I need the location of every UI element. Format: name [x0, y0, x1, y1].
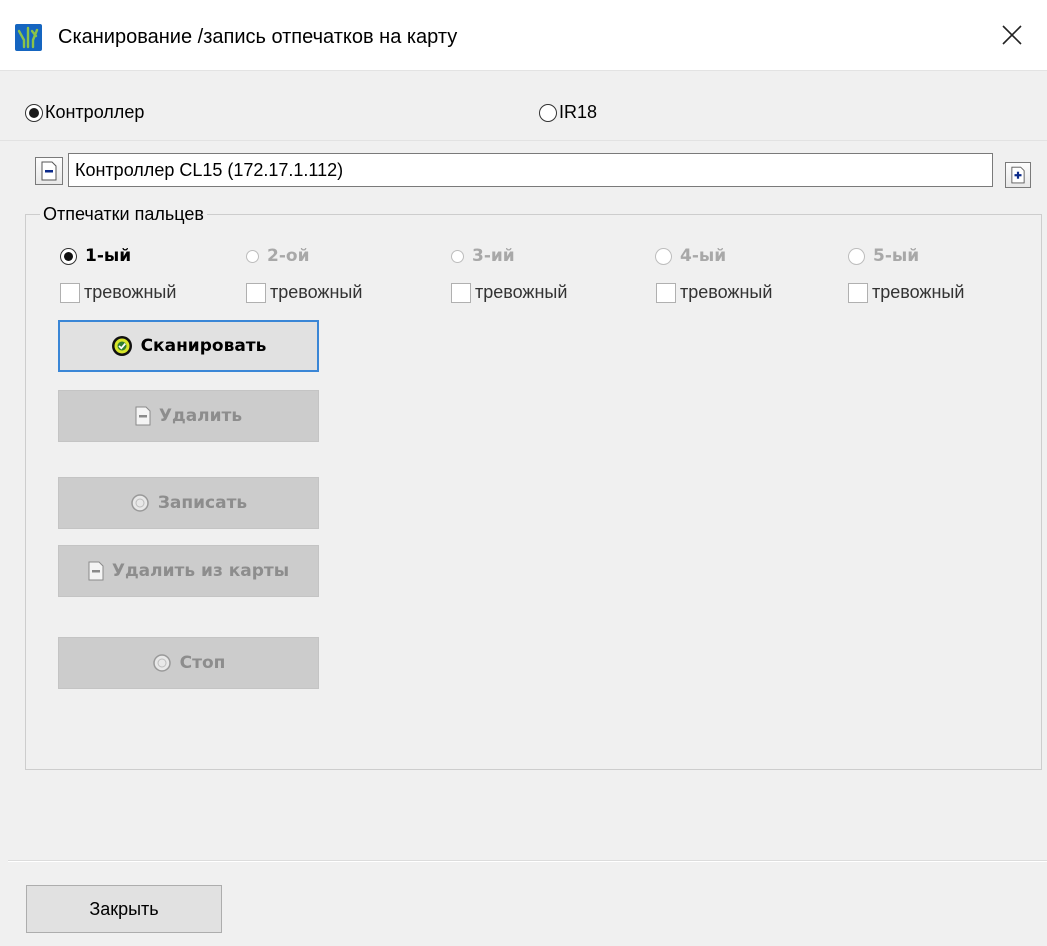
close-button[interactable]: Закрыть — [26, 885, 222, 933]
window-close-button[interactable] — [977, 0, 1047, 70]
radio-ir18[interactable] — [539, 103, 557, 122]
finger-3-radio[interactable] — [451, 249, 464, 263]
add-device-button[interactable] — [1005, 162, 1031, 188]
source-controller-option[interactable]: Контроллер — [25, 102, 144, 123]
delete-button[interactable]: Удалить — [58, 390, 319, 442]
alarm-checkbox-3[interactable]: тревожный — [451, 282, 567, 303]
alarm-checkbox-5-box[interactable] — [848, 282, 868, 303]
scan-button[interactable]: Сканировать — [58, 320, 319, 372]
finger-4-radio[interactable] — [655, 247, 672, 265]
alarm-checkbox-3-label: тревожный — [475, 282, 568, 302]
finger-2-option[interactable]: 2-ой — [246, 246, 309, 266]
document-plus-icon — [1011, 166, 1025, 184]
document-minus-icon — [41, 161, 57, 181]
write-button[interactable]: Записать — [58, 477, 319, 529]
delete-button-label: Удалить — [158, 406, 243, 426]
scan-go-icon — [111, 336, 132, 356]
stop-button-label: Стоп — [179, 653, 226, 673]
close-icon — [1002, 25, 1022, 45]
finger-1-label: 1-ый — [85, 246, 132, 266]
source-selector: Контроллер IR18 — [0, 70, 1047, 141]
stop-circle-icon — [152, 654, 171, 672]
alarm-checkbox-1-box[interactable] — [60, 282, 80, 303]
alarm-checkbox-5-label: тревожный — [872, 282, 965, 302]
delete-from-card-button-label: Удалить из карты — [111, 561, 290, 581]
fingerprints-group-label: Отпечатки пальцев — [40, 203, 207, 225]
finger-4-label: 4-ый — [680, 246, 727, 266]
finger-3-label: 3-ий — [472, 246, 515, 266]
alarm-checkbox-1[interactable]: тревожный — [60, 282, 176, 303]
window-title: Сканирование /запись отпечатков на карту — [58, 26, 458, 48]
app-logo-icon — [15, 24, 42, 51]
alarm-checkbox-1-label: тревожный — [84, 282, 177, 302]
alarm-checkbox-3-box[interactable] — [451, 282, 471, 303]
finger-5-option[interactable]: 5-ый — [848, 246, 919, 266]
finger-1-option[interactable]: 1-ый — [60, 246, 131, 266]
finger-2-radio[interactable] — [246, 249, 259, 263]
alarm-checkbox-5[interactable]: тревожный — [848, 282, 964, 303]
title-bar: Сканирование /запись отпечатков на карту — [0, 0, 1047, 71]
source-ir18-option[interactable]: IR18 — [539, 102, 597, 123]
remove-device-button[interactable] — [35, 157, 63, 185]
write-circle-icon — [131, 494, 149, 512]
device-field[interactable]: Контроллер CL15 (172.17.1.112) — [68, 153, 993, 187]
alarm-checkbox-2-label: тревожный — [270, 282, 363, 302]
finger-5-radio[interactable] — [848, 247, 865, 265]
stop-button[interactable]: Стоп — [58, 637, 319, 689]
document-minus-icon — [88, 561, 104, 581]
alarm-checkbox-4[interactable]: тревожный — [656, 282, 772, 303]
scan-button-label: Сканировать — [140, 336, 267, 356]
document-minus-icon — [135, 406, 151, 426]
finger-4-option[interactable]: 4-ый — [655, 246, 726, 266]
radio-controller[interactable] — [25, 103, 43, 122]
alarm-checkbox-2[interactable]: тревожный — [246, 282, 362, 303]
delete-from-card-button[interactable]: Удалить из карты — [58, 545, 319, 597]
source-controller-label: Контроллер — [45, 102, 145, 122]
finger-2-label: 2-ой — [267, 246, 310, 266]
write-button-label: Записать — [157, 493, 248, 513]
alarm-checkbox-4-box[interactable] — [656, 282, 676, 303]
finger-1-radio[interactable] — [60, 247, 77, 265]
finger-5-label: 5-ый — [873, 246, 920, 266]
source-ir18-label: IR18 — [559, 102, 598, 122]
footer-separator — [8, 860, 1047, 862]
finger-3-option[interactable]: 3-ий — [451, 246, 515, 266]
alarm-checkbox-4-label: тревожный — [680, 282, 773, 302]
alarm-checkbox-2-box[interactable] — [246, 282, 266, 303]
